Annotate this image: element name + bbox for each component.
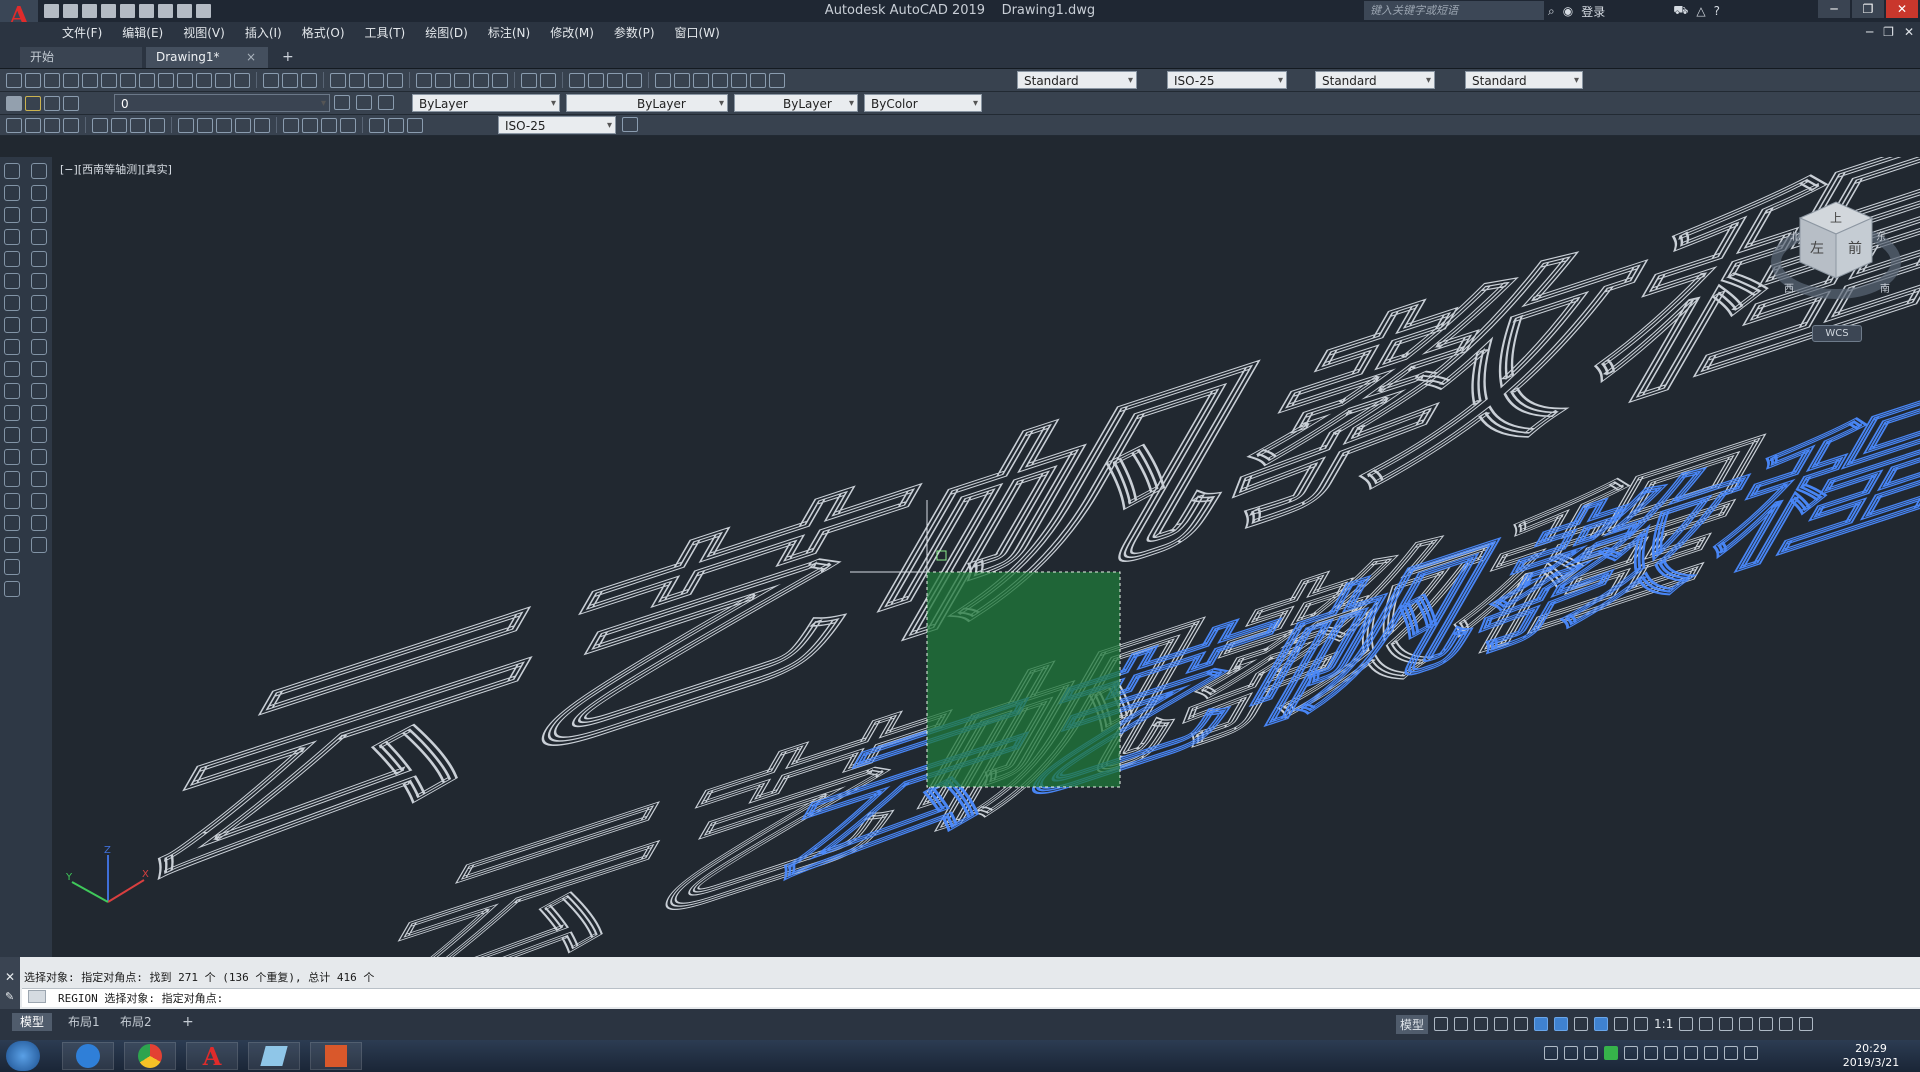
tray-icon-9[interactable]: [1704, 1046, 1718, 1060]
drawing-area: 云艺帆教程 云艺帆教程 云艺帆教程 Z X Y: [65, 157, 1920, 957]
system-tray: [1544, 1046, 1758, 1060]
quick-properties-icon[interactable]: [1739, 1017, 1754, 1031]
workspace-gear-icon[interactable]: [1679, 1017, 1694, 1031]
isodraft-icon[interactable]: [1514, 1017, 1529, 1031]
svg-text:Z: Z: [104, 845, 111, 856]
units-icon[interactable]: [1719, 1017, 1734, 1031]
clock-time: 20:29: [1855, 1042, 1887, 1055]
snap-icon[interactable]: [1454, 1017, 1469, 1031]
tray-icon-5[interactable]: [1624, 1046, 1638, 1060]
wcs-menu[interactable]: WCS: [1812, 325, 1862, 342]
tray-wechat-icon[interactable]: [1604, 1046, 1618, 1060]
viewcube-front-face[interactable]: 前: [1848, 240, 1862, 257]
compass-south[interactable]: 南: [1880, 282, 1890, 295]
tray-icon-6[interactable]: [1644, 1046, 1658, 1060]
taskbar-powerpoint-icon[interactable]: [310, 1042, 362, 1070]
taskbar-browser-icon[interactable]: [62, 1042, 114, 1070]
lineweight-icon[interactable]: [1574, 1017, 1589, 1031]
clock-date: 2019/3/21: [1842, 1056, 1900, 1069]
tray-network-icon[interactable]: [1584, 1046, 1598, 1060]
tray-help-icon[interactable]: [1564, 1046, 1578, 1060]
customization-menu-icon[interactable]: [1799, 1017, 1814, 1031]
compass-north[interactable]: 北: [1790, 231, 1800, 243]
taskbar-app-icon[interactable]: [248, 1042, 300, 1070]
tray-icon-8[interactable]: [1684, 1046, 1698, 1060]
taskbar-chrome-icon[interactable]: [124, 1042, 176, 1070]
svg-text:Y: Y: [65, 872, 73, 883]
grid-icon[interactable]: [1434, 1017, 1449, 1031]
taskbar-autocad-icon[interactable]: A: [186, 1042, 238, 1071]
layout-tab-model[interactable]: 模型: [12, 1013, 53, 1031]
model-space-toggle[interactable]: 模型: [1396, 1014, 1429, 1034]
command-history-text: 选择对象: 指定对角点: 找到 271 个 (136 个重复), 总计 416 …: [24, 971, 375, 984]
annotation-scale-value[interactable]: 1:1: [1654, 1017, 1673, 1031]
annotation-monitor-icon[interactable]: [1699, 1017, 1714, 1031]
status-toggles: 模型 1:1: [1396, 1009, 1814, 1039]
isolate-objects-icon[interactable]: [1759, 1017, 1774, 1031]
tray-icon-7[interactable]: [1664, 1046, 1678, 1060]
command-close-icon[interactable]: ✕: [5, 970, 15, 984]
viewcube-left-face[interactable]: 左: [1810, 241, 1824, 257]
ortho-icon[interactable]: [1474, 1017, 1489, 1031]
crossing-selection-window: [926, 571, 1121, 788]
taskbar-clock[interactable]: 20:29 2019/3/21: [1826, 1042, 1916, 1070]
svg-text:X: X: [142, 869, 149, 880]
layout-tab-1[interactable]: 布局1: [60, 1013, 108, 1031]
tray-icon-1[interactable]: [1544, 1046, 1558, 1060]
command-prompt-text: REGION 选择对象: 指定对角点:: [58, 992, 224, 1005]
object-snap-tracking-icon[interactable]: [1534, 1017, 1549, 1031]
tray-volume-icon[interactable]: [1724, 1046, 1738, 1060]
viewcube-top-face[interactable]: 上: [1830, 211, 1842, 225]
recent-commands-icon[interactable]: [28, 990, 46, 1003]
compass-east[interactable]: 东: [1876, 230, 1886, 243]
compass-west[interactable]: 西: [1784, 284, 1794, 295]
layout-tab-2[interactable]: 布局2: [112, 1013, 160, 1031]
command-customize-icon[interactable]: ✎: [5, 990, 14, 1003]
annotation-scale-icon[interactable]: [1634, 1017, 1649, 1031]
polar-icon[interactable]: [1494, 1017, 1509, 1031]
annotation-visibility-icon[interactable]: [1594, 1017, 1609, 1031]
start-button[interactable]: [6, 1041, 40, 1071]
add-layout-button[interactable]: +: [174, 1013, 202, 1031]
clean-screen-icon[interactable]: [1779, 1017, 1794, 1031]
viewport-controls-label[interactable]: [−][西南等轴测][真实]: [60, 161, 172, 177]
object-snap-icon[interactable]: [1554, 1017, 1569, 1031]
command-input[interactable]: [22, 988, 1920, 1007]
auto-scale-icon[interactable]: [1614, 1017, 1629, 1031]
tray-display-icon[interactable]: [1744, 1046, 1758, 1060]
